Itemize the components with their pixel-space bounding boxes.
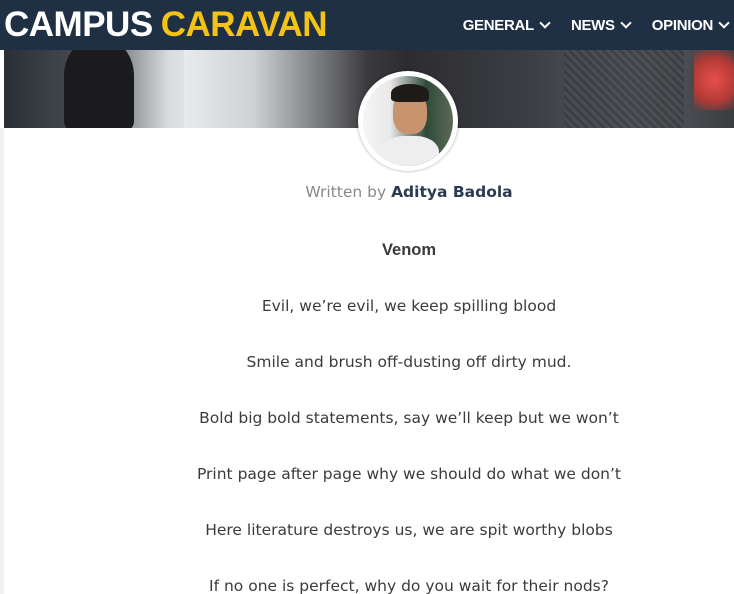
chevron-down-icon	[539, 17, 551, 29]
nav-item-general[interactable]: GENERAL	[462, 16, 551, 34]
nav-item-label: NEWS	[570, 16, 615, 34]
site-logo[interactable]: CAMPUS CARAVAN	[4, 4, 328, 46]
poem-title: Venom	[381, 241, 437, 259]
top-navbar: CAMPUS CARAVAN GENERAL NEWS OPINION	[0, 0, 734, 50]
author-name-link[interactable]: Aditya Badola	[391, 183, 513, 201]
avatar-photo	[363, 76, 453, 166]
logo-word-campus: CAMPUS	[4, 5, 153, 44]
nav-item-label: GENERAL	[462, 16, 535, 34]
main-nav: GENERAL NEWS OPINION	[441, 0, 734, 50]
nav-item-label: OPINION	[651, 16, 714, 34]
logo-word-caravan: CARAVAN	[160, 5, 328, 44]
poem-line: Evil, we’re evil, we keep spilling blood	[261, 297, 557, 315]
chevron-down-icon	[620, 17, 632, 29]
page: CAMPUS CARAVAN GENERAL NEWS OPINION Writ…	[0, 0, 734, 594]
chevron-down-icon	[718, 17, 730, 29]
author-byline: Written by Aditya Badola	[0, 183, 734, 201]
poem-line: Here literature destroys us, we are spit…	[205, 521, 613, 539]
nav-item-opinion[interactable]: OPINION	[651, 16, 730, 34]
poem-line: Print page after page why we should do w…	[196, 465, 622, 483]
byline-prefix: Written by	[305, 183, 387, 201]
author-avatar[interactable]	[358, 71, 458, 171]
poem-line: If no one is perfect, why do you wait fo…	[209, 577, 609, 594]
poem-line: Smile and brush off-dusting off dirty mu…	[246, 353, 572, 371]
poem-line: Bold big bold statements, say we’ll keep…	[199, 409, 619, 427]
nav-item-news[interactable]: NEWS	[570, 16, 632, 34]
